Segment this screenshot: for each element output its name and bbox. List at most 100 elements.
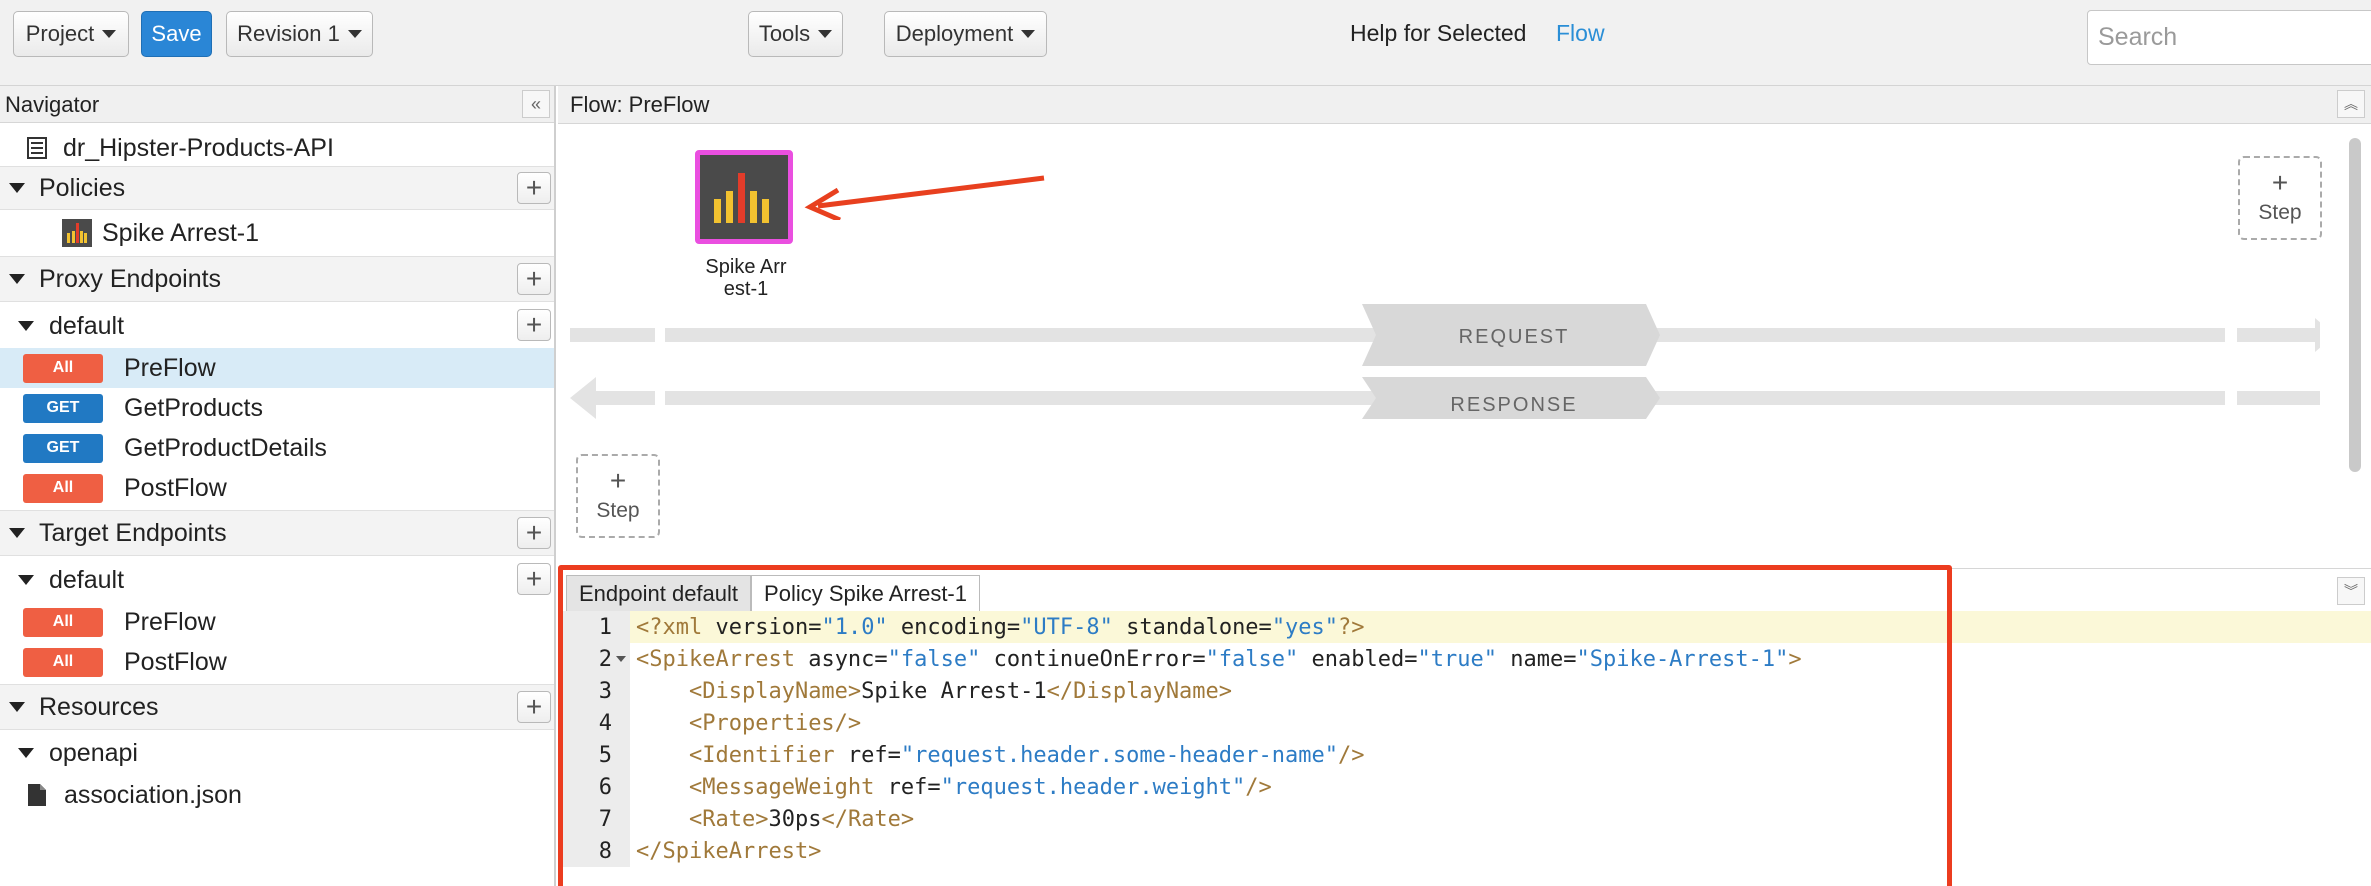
code-token: /> [1245, 774, 1272, 800]
code-token: "false" [1205, 646, 1299, 672]
line-number: 5 [560, 739, 630, 771]
badge-get: GET [23, 433, 103, 463]
code-token: "request.header.weight" [940, 774, 1246, 800]
expand-triangle-icon [18, 748, 34, 758]
policies-section[interactable]: Policies + [0, 166, 554, 210]
badge-all: All [23, 607, 103, 637]
code-token: <Rate> [688, 806, 769, 832]
proxy-endpoint-default[interactable]: default + [0, 304, 554, 348]
chevron-down-icon [818, 30, 833, 38]
resources-section[interactable]: Resources + [0, 684, 554, 730]
add-resource-button[interactable]: + [517, 691, 551, 723]
help-flow-link[interactable]: Flow [1556, 20, 1605, 47]
resources-label: Resources [39, 692, 159, 721]
proxy-endpoints-section[interactable]: Proxy Endpoints + [0, 256, 554, 302]
line-number-text: 2 [598, 646, 612, 672]
policy-item-spike-arrest[interactable]: Spike Arrest-1 [0, 210, 554, 256]
deployment-menu-label: Deployment [895, 21, 1014, 46]
badge-all: All [23, 647, 103, 677]
code-token: "UTF-8" [1020, 614, 1113, 640]
response-lane-label: RESPONSE [1450, 394, 1578, 416]
spike-arrest-policy-step[interactable] [695, 150, 793, 244]
policy-step-label: Spike Arr est-1 [678, 256, 814, 300]
proxy-endpoints-label: Proxy Endpoints [39, 264, 222, 293]
add-response-step-button[interactable]: + Step [576, 454, 660, 538]
badge-all: All [23, 473, 103, 503]
flow-item-getproductdetails[interactable]: GET GetProductDetails [0, 428, 554, 468]
flow-title: Flow: PreFlow [570, 92, 710, 117]
flow-item-getproducts[interactable]: GET GetProducts [0, 388, 554, 428]
add-request-step-button[interactable]: + Step [2238, 156, 2322, 240]
proxy-item[interactable]: dr_Hipster-Products-API [0, 130, 554, 166]
flow-item-label: GetProducts [124, 393, 263, 422]
target-endpoints-section[interactable]: Target Endpoints + [0, 510, 554, 556]
code-line: 1 <?xml version="1.0" encoding="UTF-8" s… [560, 611, 2371, 643]
resource-file-association[interactable]: association.json [0, 774, 554, 816]
add-proxy-flow-button[interactable]: + [517, 309, 551, 341]
code-token: ?> [1338, 614, 1365, 640]
add-target-endpoint-button[interactable]: + [517, 517, 551, 549]
plus-icon: + [609, 465, 627, 496]
code-token: ref= [874, 774, 941, 800]
annotation-arrow-icon [804, 175, 1045, 220]
target-endpoints-label: Target Endpoints [39, 518, 227, 547]
code-token: "1.0" [821, 614, 888, 640]
flow-item-preflow[interactable]: All PreFlow [0, 348, 554, 388]
code-token: ref= [834, 742, 901, 768]
code-token: <MessageWeight [688, 774, 875, 800]
code-line: 2 <SpikeArrest async="false" continueOnE… [560, 643, 2371, 675]
target-flow-postflow[interactable]: All PostFlow [0, 642, 554, 682]
flow-item-label: PostFlow [124, 473, 227, 502]
fold-arrow-icon[interactable] [616, 656, 626, 662]
deployment-menu-button[interactable]: Deployment [884, 11, 1047, 57]
search-input[interactable] [2087, 10, 2371, 65]
code-editor[interactable]: 1 <?xml version="1.0" encoding="UTF-8" s… [560, 611, 2371, 867]
tools-menu-button[interactable]: Tools [748, 11, 843, 57]
project-menu-label: Project [25, 21, 95, 46]
code-line: 3 <DisplayName>Spike Arrest-1</DisplayNa… [560, 675, 2371, 707]
code-line-text: <Rate>30ps</Rate> [630, 807, 914, 832]
code-token: continueOnError= [980, 646, 1206, 672]
step-label: Step [2258, 201, 2302, 224]
collapse-up-icon[interactable]: ︽ [2337, 90, 2365, 118]
collapse-down-icon[interactable]: ︾ [2337, 577, 2365, 605]
code-line: 6 <MessageWeight ref="request.header.wei… [560, 771, 2371, 803]
add-policy-button[interactable]: + [517, 172, 551, 204]
revision-menu-button[interactable]: Revision 1 [226, 11, 373, 57]
code-line-text: <Properties/> [630, 711, 861, 736]
target-flow-preflow[interactable]: All PreFlow [0, 602, 554, 642]
badge-all: All [23, 353, 103, 383]
line-number: 4 [560, 707, 630, 739]
code-token: version= [715, 614, 822, 640]
code-token: name= [1496, 646, 1577, 672]
collapse-navigator-button[interactable]: « [522, 90, 550, 118]
code-line: 7 <Rate>30ps</Rate> [560, 803, 2371, 835]
flow-item-label: PostFlow [124, 647, 227, 676]
project-menu-button[interactable]: Project [13, 11, 129, 57]
code-line: 8 </SpikeArrest> [560, 835, 2371, 867]
flow-item-postflow[interactable]: All PostFlow [0, 468, 554, 508]
toolbar: Project Save Revision 1 Tools Deployment… [0, 0, 2371, 86]
resource-file-label: association.json [64, 780, 242, 809]
tab-policy-spike-arrest[interactable]: Policy Spike Arrest-1 [751, 575, 980, 611]
tools-menu-label: Tools [758, 21, 811, 46]
code-token: /> [1338, 742, 1365, 768]
expand-triangle-icon [18, 575, 34, 585]
line-number: 1 [560, 611, 630, 643]
tab-endpoint-default[interactable]: Endpoint default [566, 575, 752, 611]
code-token: <Properties/> [688, 710, 862, 736]
expand-triangle-icon [9, 183, 25, 193]
resource-group-openapi[interactable]: openapi [0, 732, 554, 774]
policy-step-label-line2: est-1 [723, 278, 769, 300]
target-endpoint-default[interactable]: default + [0, 558, 554, 602]
save-button[interactable]: Save [141, 11, 212, 57]
add-target-flow-button[interactable]: + [517, 563, 551, 595]
flow-item-label: PreFlow [124, 353, 216, 382]
request-lane-label: REQUEST [1458, 326, 1570, 348]
line-number: 2 [560, 643, 630, 675]
add-proxy-endpoint-button[interactable]: + [517, 263, 551, 295]
code-token: "Spike-Arrest-1" [1576, 646, 1789, 672]
code-token: Spike Arrest-1 [861, 678, 1047, 704]
document-list-icon [27, 137, 47, 159]
flow-scrollbar[interactable] [2349, 138, 2361, 472]
